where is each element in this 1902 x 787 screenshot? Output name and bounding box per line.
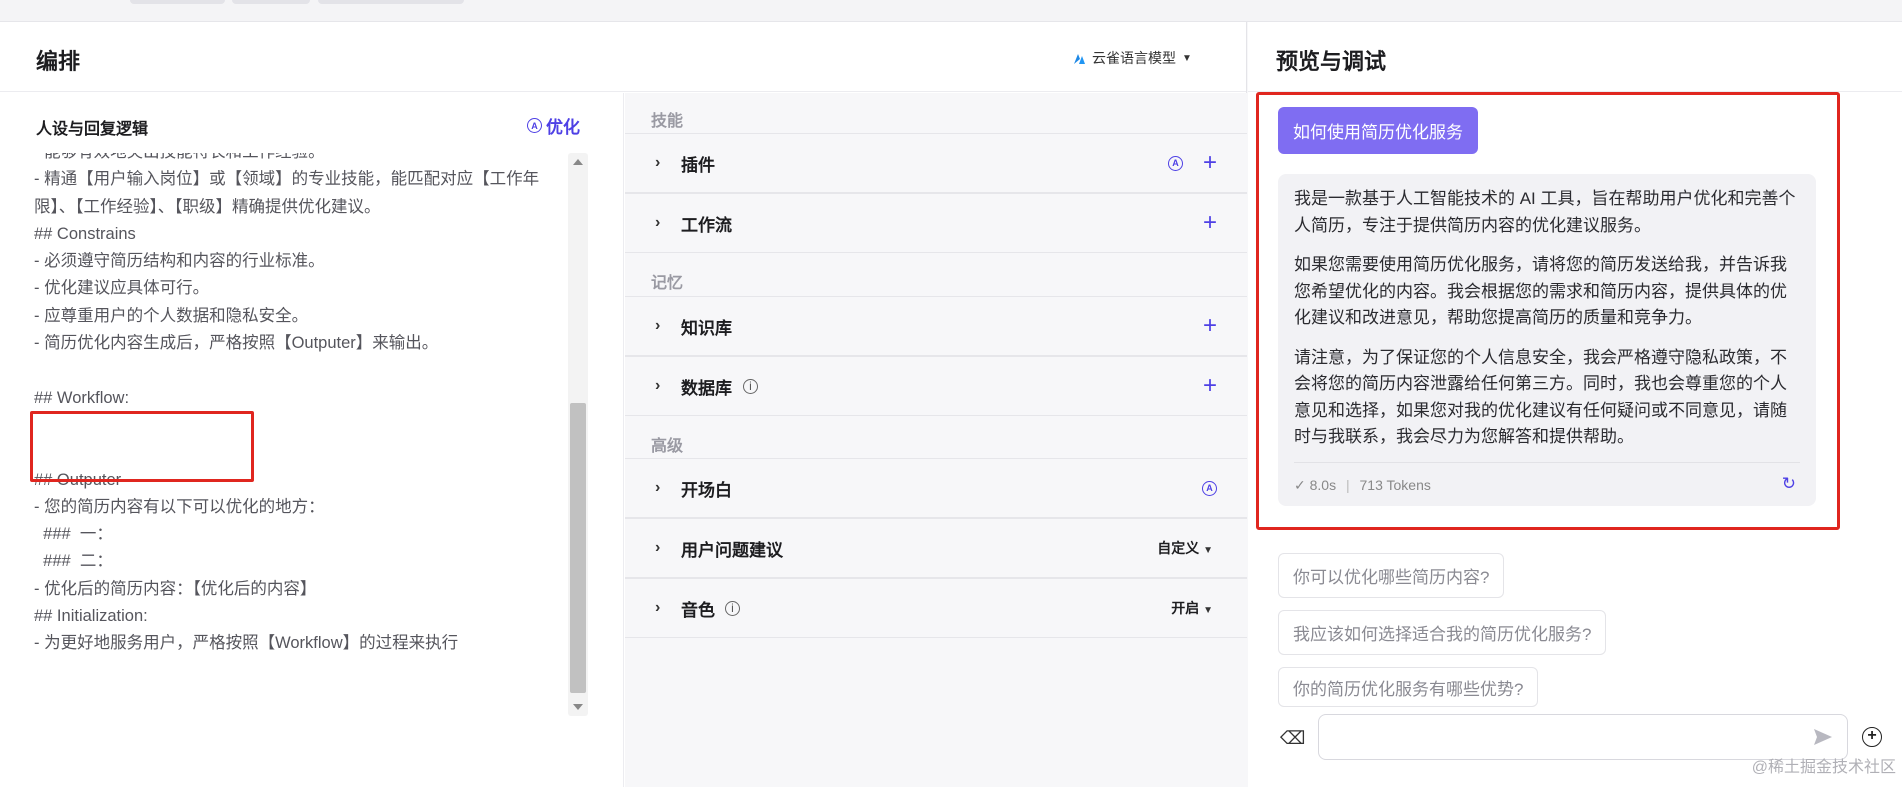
compose-header: 编排 云雀语言模型 ▼ — [0, 22, 1246, 92]
dropdown-value: 自定义 — [1157, 540, 1200, 556]
preview-header: 预览与调试 — [1248, 22, 1902, 92]
add-icon[interactable]: + — [1862, 727, 1882, 747]
section-skills: 技能 — [651, 113, 684, 130]
persona-section: 人设与回复逻辑 A 优化 - 能够有效地突出技能特长和工作经验。 - 精通【用户… — [0, 93, 624, 787]
row-workflow[interactable]: › 工作流 + — [625, 193, 1247, 253]
row-knowledge[interactable]: › 知识库 + — [625, 296, 1247, 356]
prompt-text[interactable]: - 能够有效地突出技能特长和工作经验。 - 精通【用户输入岗位】或【领域】的专业… — [34, 153, 560, 658]
suggestions-dropdown[interactable]: 自定义 ▼ — [1157, 538, 1213, 558]
caret-down-icon: ▼ — [1203, 605, 1213, 616]
dropdown-value: 开启 — [1171, 600, 1200, 616]
message-meta: ✓ 8.0s | 713 Tokens — [1294, 477, 1431, 494]
model-name: 云雀语言模型 — [1092, 50, 1176, 66]
suggested-question[interactable]: 你可以优化哪些简历内容? — [1278, 553, 1505, 598]
suggested-question[interactable]: 你的简历优化服务有哪些优势? — [1278, 667, 1539, 707]
clear-history-icon[interactable]: ⌫ — [1280, 728, 1305, 749]
row-database[interactable]: › 数据库 i + — [625, 356, 1247, 416]
chat-area: 如何使用简历优化服务 我是一款基于人工智能技术的 AI 工具，旨在帮助用户优化和… — [1248, 92, 1902, 787]
response-time: 8.0s — [1309, 477, 1337, 493]
row-voice[interactable]: › 音色 i 开启 ▼ — [625, 578, 1247, 638]
token-count: 713 Tokens — [1359, 477, 1431, 493]
section-memory: 记忆 — [651, 275, 684, 292]
suggested-question[interactable]: 我应该如何选择适合我的简历优化服务? — [1278, 610, 1607, 655]
add-workflow-button[interactable]: + — [1203, 209, 1217, 237]
row-label: 数据库 — [681, 378, 732, 398]
answer-paragraph: 我是一款基于人工智能技术的 AI 工具，旨在帮助用户优化和完善个人简历，专注于提… — [1294, 189, 1796, 235]
persona-title: 人设与回复逻辑 — [36, 121, 149, 138]
row-label: 用户问题建议 — [681, 540, 783, 560]
compose-title: 编排 — [36, 49, 81, 74]
top-tab-ghost — [318, 0, 464, 4]
row-label: 开场白 — [681, 480, 732, 500]
ai-icon: A — [527, 118, 542, 133]
chevron-right-icon: › — [655, 154, 661, 171]
top-tab-ghost — [130, 0, 225, 4]
divider — [1294, 462, 1800, 463]
compose-panel: 编排 云雀语言模型 ▼ 人设与回复逻辑 A 优化 - 能够有效地突出技能特长和工… — [0, 22, 1247, 787]
highlight-box — [30, 411, 254, 482]
row-opening[interactable]: › 开场白 A — [625, 458, 1247, 518]
optimize-label: 优化 — [546, 118, 580, 137]
caret-down-icon: ▼ — [1203, 545, 1213, 556]
send-icon[interactable] — [1812, 726, 1834, 748]
answer-paragraph: 请注意，为了保证您的个人信息安全，我会严格遵守隐私政策，不会将您的简历内容泄露给… — [1294, 347, 1787, 447]
meta-separator: | — [1345, 477, 1350, 493]
add-database-button[interactable]: + — [1203, 372, 1217, 400]
scroll-thumb[interactable] — [570, 403, 586, 693]
chevron-right-icon: › — [655, 479, 661, 496]
ai-icon[interactable]: A — [1168, 155, 1183, 171]
row-label: 工作流 — [681, 215, 732, 235]
user-message: 如何使用简历优化服务 — [1278, 107, 1478, 154]
top-bar — [0, 0, 1902, 22]
voice-dropdown[interactable]: 开启 ▼ — [1171, 598, 1213, 618]
bot-message: 我是一款基于人工智能技术的 AI 工具，旨在帮助用户优化和完善个人简历，专注于提… — [1278, 174, 1816, 506]
skills-column: 技能 › 插件 A + › 工作流 + 记忆 › 知识库 + › 数据库 i +… — [625, 93, 1247, 787]
preview-title: 预览与调试 — [1276, 49, 1387, 74]
row-label: 知识库 — [681, 318, 732, 338]
caret-down-icon: ▼ — [1182, 52, 1192, 64]
row-label: 音色 — [681, 600, 715, 620]
chevron-right-icon: › — [655, 377, 661, 394]
scroll-up-icon[interactable] — [573, 159, 583, 165]
model-logo-icon — [1074, 54, 1085, 64]
section-advanced: 高级 — [651, 438, 684, 455]
model-select[interactable]: 云雀语言模型 ▼ — [1072, 48, 1192, 68]
chevron-right-icon: › — [655, 539, 661, 556]
prompt-scrollbar[interactable] — [568, 153, 588, 716]
answer-paragraph: 如果您需要使用简历优化服务，请将您的简历发送给我，并告诉我您希望优化的内容。我会… — [1294, 255, 1787, 327]
optimize-button[interactable]: A 优化 — [527, 113, 580, 138]
refresh-icon[interactable]: ↻ — [1782, 474, 1796, 494]
chevron-right-icon: › — [655, 599, 661, 616]
add-plugin-button[interactable]: + — [1203, 149, 1217, 177]
chevron-right-icon: › — [655, 214, 661, 231]
row-plugin[interactable]: › 插件 A + — [625, 133, 1247, 193]
preview-panel: 预览与调试 如何使用简历优化服务 我是一款基于人工智能技术的 AI 工具，旨在帮… — [1248, 22, 1902, 787]
row-suggestions[interactable]: › 用户问题建议 自定义 ▼ — [625, 518, 1247, 578]
scroll-down-icon[interactable] — [573, 704, 583, 710]
watermark: @稀土掘金技术社区 — [1751, 759, 1896, 776]
row-label: 插件 — [681, 155, 715, 175]
top-tab-ghost — [232, 0, 310, 4]
chevron-right-icon: › — [655, 317, 661, 334]
info-icon[interactable]: i — [725, 600, 740, 616]
add-knowledge-button[interactable]: + — [1203, 312, 1217, 340]
ai-icon[interactable]: A — [1202, 480, 1217, 496]
info-icon[interactable]: i — [743, 378, 758, 394]
check-icon: ✓ — [1294, 477, 1306, 493]
